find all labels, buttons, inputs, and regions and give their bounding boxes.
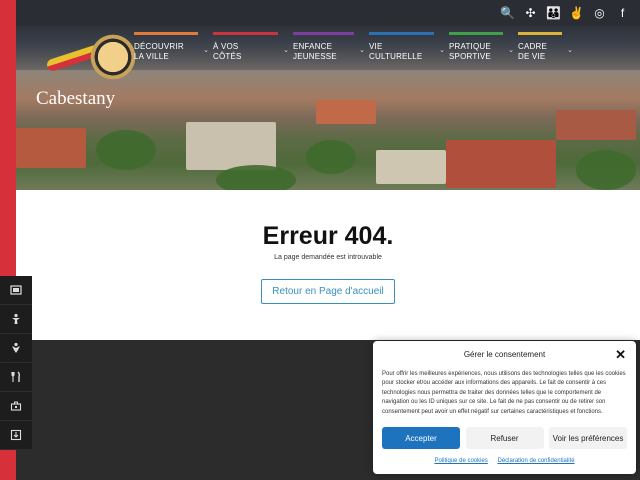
nav-label-line2: la ville [134,52,169,61]
nav-label-line1: Cadre [518,42,548,51]
error-content: Erreur 404. La page demandée est introuv… [16,190,640,340]
dock-item-download[interactable] [0,421,32,450]
nav-item-sport[interactable]: Pratique sportive ⌄ [449,32,514,62]
dock-item-film[interactable] [0,276,32,305]
nav-item-label: Pratique sportive [449,42,491,62]
chevron-down-icon: ⌄ [203,47,209,54]
download-icon [10,429,22,441]
town-building [556,110,636,140]
nav-color-bar [369,32,434,35]
nav-label-line1: Vie [369,42,383,51]
person-icon [12,313,20,324]
dock-item-person[interactable] [0,305,32,334]
dock-item-restaurant[interactable] [0,363,32,392]
dock-item-baby[interactable] [0,334,32,363]
town-tree [216,165,296,190]
nav-item-label: Enfance Jeunesse [293,42,337,62]
nav-label-line1: À vos [213,42,239,51]
nav-color-bar [213,32,278,35]
nav-color-bar [134,32,198,35]
restaurant-icon [11,371,21,382]
cookie-policy-link[interactable]: Politique de cookies [434,458,487,464]
nav-item-label: À vos côtés [213,42,242,62]
town-tree [306,140,356,174]
nav-label-line2: Jeunesse [293,52,337,61]
nav-item-label: Découvrir la ville [134,42,184,62]
nav-item-label: Cadre de vie [518,42,547,62]
consent-dialog: Gérer le consentement ✕ Pour offrir les … [373,341,636,474]
briefcase-icon [10,401,22,411]
error-title: Erreur 404. [262,222,394,250]
nav-color-bar [449,32,503,35]
chevron-down-icon: ⌄ [283,47,289,54]
consent-text: Pour offrir les meilleures expériences, … [382,371,626,415]
nav-item-decouvrir[interactable]: Découvrir la ville ⌄ [134,32,209,62]
home-button[interactable]: Retour en Page d'accueil [261,279,395,304]
town-building [376,150,446,184]
town-building [316,100,376,124]
search-icon[interactable]: 🔍 [500,5,515,20]
logo-text: Cabestany [36,88,116,109]
nav-label-line1: Enfance [293,42,333,51]
side-dock [0,276,32,450]
nav-label-line1: Pratique [449,42,491,51]
town-building [446,140,556,188]
dock-item-work[interactable] [0,392,32,421]
site-logo[interactable]: Cabestany [36,30,146,112]
preferences-button[interactable]: Voir les préférences [549,427,627,449]
nav-item-enfance[interactable]: Enfance Jeunesse ⌄ [293,32,365,62]
consent-buttons: Accepter Refuser Voir les préférences [382,427,627,449]
town-building [186,122,276,170]
nav-item-avos[interactable]: À vos côtés ⌄ [213,32,289,62]
top-icon-bar: 🔍 ✣ 👪 ✌ ◎ f [500,5,630,20]
consent-links: Politique de cookies Déclaration de conf… [373,458,636,464]
nav-item-cadre[interactable]: Cadre de vie ⌄ [518,32,573,62]
nav-label-line2: sportive [449,52,491,61]
town-tree [96,130,156,170]
facebook-icon[interactable]: f [615,5,630,20]
nav-item-culture[interactable]: Vie culturelle ⌄ [369,32,445,62]
accessibility-icon[interactable]: ✌ [569,5,584,20]
nav-label-line2: côtés [213,52,242,61]
privacy-statement-link[interactable]: Déclaration de confidentialité [497,458,574,464]
consent-title: Gérer le consentement [463,350,546,359]
instagram-icon[interactable]: ◎ [592,5,607,20]
nav-color-bar [518,32,562,35]
nav-label-line1: Découvrir [134,42,184,51]
sitemap-icon[interactable]: ✣ [523,5,538,20]
baby-icon [12,342,20,353]
close-icon[interactable]: ✕ [615,347,626,363]
chevron-down-icon: ⌄ [359,47,365,54]
family-icon[interactable]: 👪 [546,5,561,20]
nav-color-bar [293,32,354,35]
error-subtitle: La page demandée est introuvable [274,254,382,261]
chevron-down-icon: ⌄ [567,47,573,54]
film-icon [10,285,22,295]
nav-label-line2: culturelle [369,52,423,61]
chevron-down-icon: ⌄ [439,47,445,54]
town-building [16,128,86,168]
hero-header: 🔍 ✣ 👪 ✌ ◎ f Cabestany Découvrir la ville ⌄ À vos… [16,0,640,190]
chevron-down-icon: ⌄ [508,47,514,54]
main-nav: Découvrir la ville ⌄ À vos côtés ⌄ Enfance Jeun… [134,32,577,62]
town-tree [576,150,636,190]
logo-emblem-icon [90,34,136,80]
accept-button[interactable]: Accepter [382,427,460,449]
nav-label-line2: de vie [518,52,546,61]
nav-item-label: Vie culturelle [369,42,422,62]
refuse-button[interactable]: Refuser [465,427,544,449]
